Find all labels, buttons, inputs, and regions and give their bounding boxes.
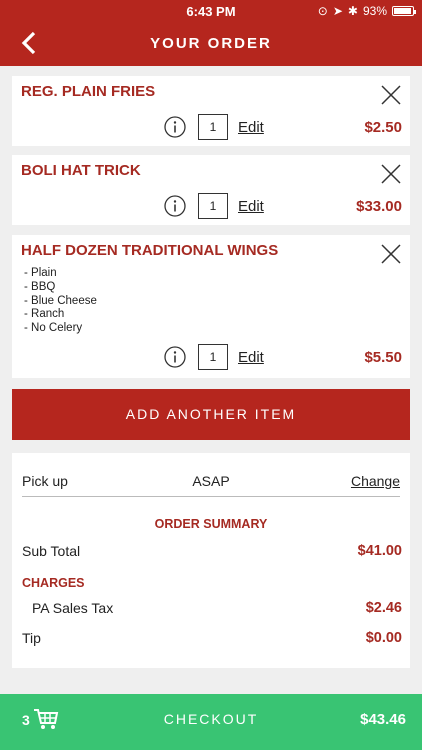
page-title: YOUR ORDER: [150, 35, 272, 52]
checkout-button[interactable]: 3 CHECKOUT $43.46: [0, 694, 422, 750]
item-name: HALF DOZEN TRADITIONAL WINGS: [21, 242, 279, 259]
item-price: $2.50: [364, 119, 402, 136]
info-icon[interactable]: [164, 195, 186, 217]
remove-item-button[interactable]: [380, 163, 402, 185]
divider: [22, 496, 400, 497]
modifier-item: - Ranch: [24, 308, 65, 321]
close-icon: [381, 244, 401, 264]
modifier-item: - BBQ: [24, 280, 56, 293]
order-item-card: BOLI HAT TRICK 1 Edit $33.00: [12, 155, 410, 225]
close-icon: [381, 164, 401, 184]
charges-heading: CHARGES: [22, 576, 85, 590]
remove-item-button[interactable]: [380, 243, 402, 265]
quantity-field[interactable]: 1: [198, 114, 228, 140]
item-controls: 1 Edit $2.50: [12, 110, 410, 146]
edit-item-link[interactable]: Edit: [238, 119, 264, 136]
tax-value: $2.46: [365, 600, 402, 616]
info-icon[interactable]: [164, 346, 186, 368]
item-name: REG. PLAIN FRIES: [21, 83, 156, 100]
checkout-label: CHECKOUT: [163, 711, 259, 727]
add-another-item-button[interactable]: ADD ANOTHER ITEM: [12, 389, 410, 440]
quantity-field[interactable]: 1: [198, 193, 228, 219]
close-icon: [381, 85, 401, 105]
battery-percent: 93%: [362, 4, 387, 18]
item-name: BOLI HAT TRICK: [21, 162, 141, 179]
edit-item-link[interactable]: Edit: [238, 198, 264, 215]
location-icon: ➤: [332, 4, 343, 18]
edit-item-link[interactable]: Edit: [238, 349, 264, 366]
app-header: 6:43 PM ⊙ ➤ ✱ 93% YOUR ORDER: [0, 0, 422, 66]
modifier-item: - Plain: [24, 267, 57, 279]
modifier-item: - Blue Cheese: [24, 294, 97, 307]
item-controls: 1 Edit $5.50: [12, 340, 410, 376]
orientation-lock-icon: ⊙: [317, 4, 328, 18]
subtotal-label: Sub Total: [22, 543, 81, 559]
item-controls: 1 Edit $33.00: [12, 189, 410, 225]
order-summary-heading: ORDER SUMMARY: [154, 517, 268, 531]
status-indicators: ⊙ ➤ ✱ 93%: [317, 4, 416, 18]
tip-value: $0.00: [365, 630, 402, 646]
quantity-field[interactable]: 1: [198, 344, 228, 370]
tax-label: PA Sales Tax: [32, 600, 114, 616]
battery-icon: [392, 6, 416, 16]
checkout-total: $43.46: [360, 711, 406, 728]
order-summary-panel: Pick up ASAP Change ORDER SUMMARY Sub To…: [12, 453, 410, 668]
modifier-item: - No Celery: [24, 322, 83, 335]
tip-label: Tip: [22, 630, 41, 646]
status-bar: 6:43 PM ⊙ ➤ ✱ 93%: [0, 0, 422, 22]
remove-item-button[interactable]: [380, 84, 402, 106]
change-pickup-link[interactable]: Change: [351, 473, 400, 489]
item-price: $33.00: [356, 198, 402, 215]
order-item-card: REG. PLAIN FRIES 1 Edit $2.50: [12, 76, 410, 146]
subtotal-value: $41.00: [357, 543, 402, 559]
bluetooth-icon: ✱: [347, 4, 358, 18]
info-icon[interactable]: [164, 116, 186, 138]
order-item-card: HALF DOZEN TRADITIONAL WINGS - Plain - B…: [12, 235, 410, 378]
item-modifiers: - Plain - BBQ - Blue Cheese - Ranch - No…: [24, 267, 97, 336]
item-price: $5.50: [364, 349, 402, 366]
